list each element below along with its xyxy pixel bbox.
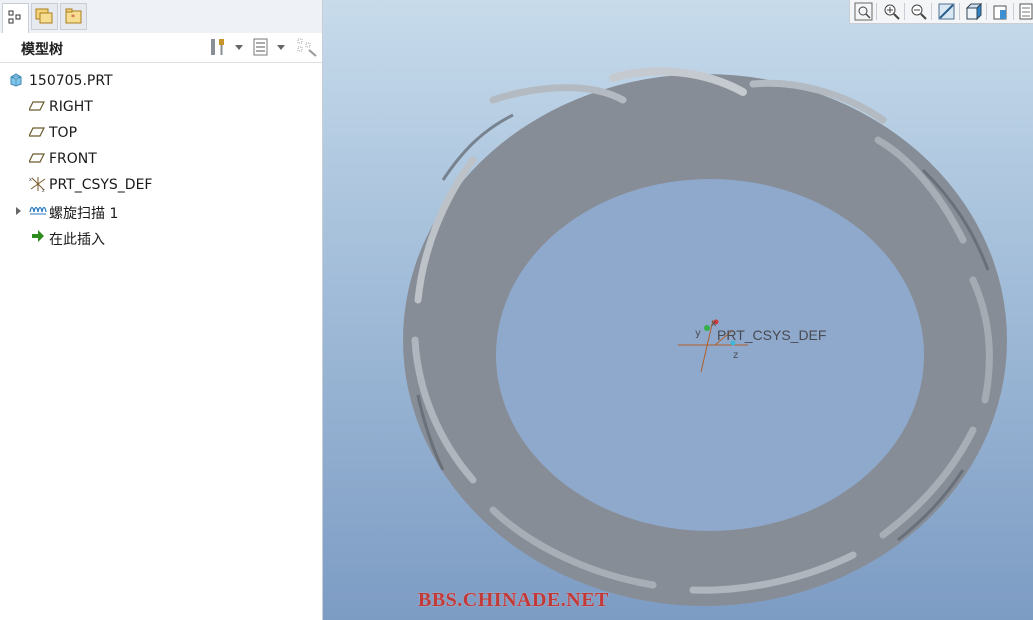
tree-item-top[interactable]: TOP bbox=[0, 122, 322, 144]
tree-item-helical-sweep[interactable]: 螺旋扫描 1 bbox=[0, 200, 322, 222]
zoom-in-icon[interactable] bbox=[882, 2, 901, 21]
show-list-icon[interactable] bbox=[251, 37, 271, 57]
tree-item-label: 在此插入 bbox=[49, 232, 105, 248]
tree-item-label: TOP bbox=[49, 125, 78, 141]
tab-folder-browser[interactable] bbox=[31, 3, 58, 30]
tree-item-insert-here[interactable]: 在此插入 bbox=[0, 226, 322, 248]
tree-filter-icon[interactable] bbox=[296, 37, 318, 57]
tree-item-label: FRONT bbox=[49, 151, 97, 167]
tree-item-label: RIGHT bbox=[49, 99, 93, 115]
datum-plane-icon bbox=[29, 101, 45, 111]
svg-text:*: * bbox=[71, 13, 75, 22]
model-tree-icon bbox=[8, 10, 21, 24]
tab-model-tree[interactable] bbox=[2, 3, 29, 33]
helical-sweep-icon bbox=[29, 206, 47, 215]
watermark-text: BBS.CHINADE.NET bbox=[418, 589, 609, 611]
tree-root-label: 150705.PRT bbox=[29, 73, 113, 89]
tree-item-front[interactable]: FRONT bbox=[0, 148, 322, 170]
tree-header: 模型树 bbox=[0, 33, 322, 63]
csys-axis-y: y bbox=[695, 328, 701, 339]
model-tree-panel: * 模型树 150705.PRT RIGHT TOP FRONT x z PRT… bbox=[0, 0, 323, 620]
tab-favorites[interactable]: * bbox=[60, 3, 87, 30]
panel-tabs: * bbox=[0, 0, 322, 34]
csys-axis-z: z bbox=[733, 350, 738, 361]
favorites-folder-icon: * bbox=[65, 8, 82, 24]
coordinate-system-icon: x z bbox=[29, 177, 46, 193]
view-toolbar bbox=[849, 0, 1033, 24]
display-style-icon[interactable] bbox=[964, 2, 983, 21]
settings-dropdown-arrow[interactable] bbox=[235, 45, 243, 50]
datum-plane-icon bbox=[29, 153, 45, 163]
graphics-viewport[interactable]: y x z PRT_CSYS_DEF BBS.CHINADE.NET bbox=[323, 0, 1033, 620]
svg-text:z: z bbox=[42, 188, 45, 193]
tree-item-right[interactable]: RIGHT bbox=[0, 96, 322, 118]
twisted-rope-ring-model: y x z bbox=[403, 67, 1007, 606]
settings-tools-icon[interactable] bbox=[208, 37, 228, 57]
tree-item-label: 螺旋扫描 1 bbox=[49, 206, 119, 222]
csys-label: PRT_CSYS_DEF bbox=[717, 327, 827, 343]
repaint-icon[interactable] bbox=[937, 2, 956, 21]
show-dropdown-arrow[interactable] bbox=[277, 45, 285, 50]
expand-arrow-icon[interactable] bbox=[15, 206, 23, 216]
tree-item-label: PRT_CSYS_DEF bbox=[49, 177, 153, 193]
datum-plane-icon bbox=[29, 127, 45, 137]
tree-item-csys[interactable]: x z PRT_CSYS_DEF bbox=[0, 174, 322, 196]
view-manager-icon[interactable] bbox=[1017, 2, 1033, 21]
svg-text:x: x bbox=[29, 177, 32, 183]
refit-zoom-icon[interactable] bbox=[854, 2, 873, 21]
part-icon bbox=[10, 73, 22, 87]
tree-root-part[interactable]: 150705.PRT bbox=[0, 70, 322, 92]
saved-views-icon[interactable] bbox=[991, 2, 1010, 21]
folder-browser-icon bbox=[35, 8, 53, 24]
insert-here-arrow-icon bbox=[32, 230, 44, 242]
zoom-out-icon[interactable] bbox=[909, 2, 928, 21]
model-tree-title: 模型树 bbox=[21, 42, 63, 58]
